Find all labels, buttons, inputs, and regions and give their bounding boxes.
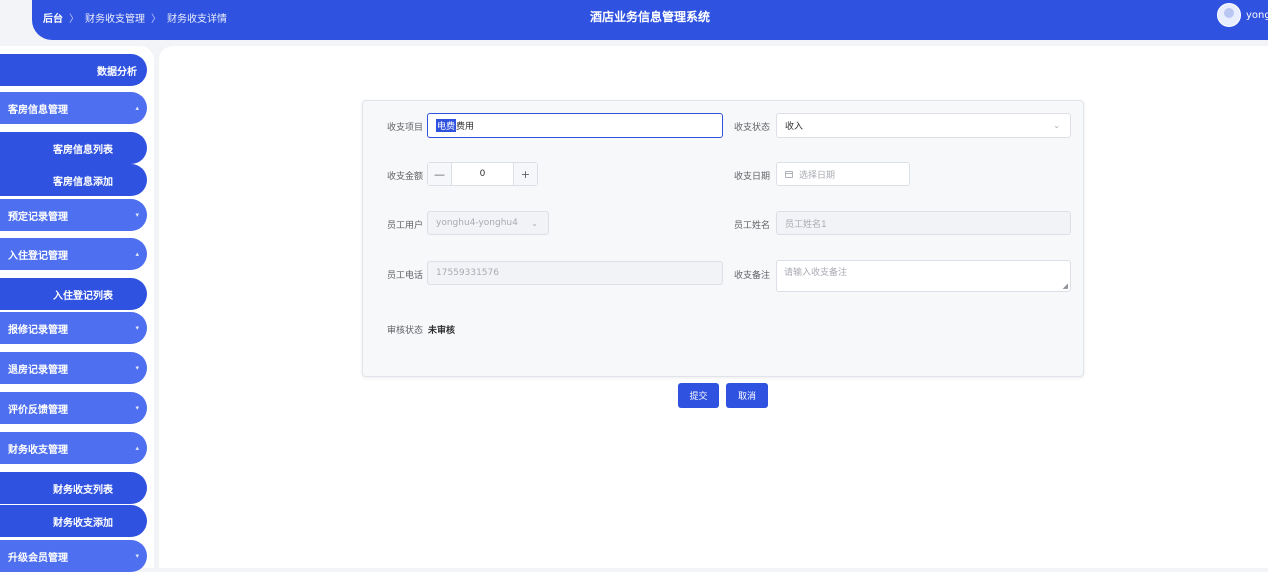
sidebar-item-room-management[interactable]: 客房信息管理 ▴: [0, 92, 147, 124]
chevron-down-icon: ▾: [135, 211, 139, 219]
sidebar-item-label: 升级会员管理: [8, 552, 68, 564]
sidebar-item-label: 财务收支管理: [8, 444, 68, 456]
sidebar-item-label: 财务收支列表: [53, 484, 113, 496]
staff-name-label: 员工姓名: [734, 221, 771, 231]
sidebar-item-room-list[interactable]: 客房信息列表: [0, 132, 147, 164]
staff-name-value: 员工姓名1: [785, 219, 827, 230]
sidebar-item-label: 退房记录管理: [8, 364, 68, 376]
remark-textarea[interactable]: 请输入收支备注 ◢: [776, 260, 1071, 292]
sidebar-item-label: 数据分析: [97, 66, 137, 78]
chevron-down-icon: ⌄: [1053, 121, 1060, 130]
sidebar-item-checkout-management[interactable]: 退房记录管理 ▾: [0, 352, 147, 384]
breadcrumb-separator: 〉: [151, 13, 161, 25]
status-label: 收支状态: [734, 123, 771, 133]
decrement-button[interactable]: —: [428, 163, 452, 185]
chevron-up-icon: ▴: [135, 444, 139, 452]
sidebar-item-label: 入住登记管理: [8, 250, 68, 262]
breadcrumb: 后台 〉 财务收支管理 〉 财务收支详情: [43, 0, 227, 34]
chevron-up-icon: ▴: [135, 250, 139, 258]
staff-user-label: 员工用户: [387, 221, 424, 231]
increment-button[interactable]: +: [513, 163, 537, 185]
chevron-down-icon: ▾: [135, 364, 139, 372]
sidebar-item-membership-management[interactable]: 升级会员管理 ▾: [0, 540, 147, 572]
breadcrumb-home[interactable]: 后台: [43, 10, 63, 25]
chevron-down-icon: ▾: [135, 552, 139, 560]
staff-name-field: 员工姓名1: [776, 211, 1071, 235]
sidebar-item-label: 预定记录管理: [8, 211, 68, 223]
item-label: 收支项目: [387, 123, 424, 133]
avatar[interactable]: [1217, 3, 1241, 27]
sidebar-item-finance-list[interactable]: 财务收支列表: [0, 472, 147, 504]
sidebar-item-label: 客房信息添加: [53, 176, 113, 188]
audit-status-value: 未审核: [428, 326, 456, 336]
sidebar-item-feedback-management[interactable]: 评价反馈管理 ▾: [0, 392, 147, 424]
chevron-down-icon: ⌄: [531, 218, 538, 228]
sidebar-item-checkin-list[interactable]: 入住登记列表: [0, 278, 147, 310]
staff-phone-label: 员工电话: [387, 271, 424, 281]
calendar-icon: [785, 170, 793, 178]
sidebar-item-label: 客房信息列表: [53, 144, 113, 156]
resize-handle-icon[interactable]: ◢: [1063, 282, 1068, 290]
sidebar-item-reservation-management[interactable]: 预定记录管理 ▾: [0, 199, 147, 231]
sidebar-item-label: 财务收支添加: [53, 517, 113, 529]
sidebar-item-label: 评价反馈管理: [8, 404, 68, 416]
amount-stepper: — 0 +: [427, 162, 538, 186]
item-input-text: 费用: [456, 122, 475, 132]
date-placeholder: 选择日期: [799, 170, 836, 181]
sidebar: 数据分析 客房信息管理 ▴ 客房信息列表 客房信息添加 预定记录管理 ▾ 入住登记管…: [0, 46, 154, 572]
sidebar-item-label: 客房信息管理: [8, 104, 68, 116]
submit-button[interactable]: 提交: [678, 383, 719, 408]
date-label: 收支日期: [734, 172, 771, 182]
sidebar-item-data-analysis[interactable]: 数据分析: [0, 54, 147, 86]
sidebar-item-finance-add[interactable]: 财务收支添加: [0, 505, 147, 537]
sidebar-item-label: 报修记录管理: [8, 324, 68, 336]
audit-label: 审核状态: [387, 326, 424, 336]
chevron-up-icon: ▴: [135, 104, 139, 112]
staff-phone-field: 17559331576: [427, 261, 723, 285]
sidebar-item-label: 入住登记列表: [53, 290, 113, 302]
sidebar-item-checkin-management[interactable]: 入住登记管理 ▴: [0, 238, 147, 270]
cancel-button[interactable]: 取消: [726, 383, 768, 408]
status-select-value: 收入: [785, 122, 804, 132]
breadcrumb-finance[interactable]: 财务收支管理: [85, 10, 145, 25]
item-input-selected-text: 电费: [436, 119, 457, 132]
username[interactable]: yonghu: [1246, 10, 1268, 21]
top-bar: 后台 〉 财务收支管理 〉 财务收支详情 酒店业务信息管理系统 yonghu: [32, 0, 1268, 40]
chevron-down-icon: ▾: [135, 404, 139, 412]
remark-placeholder: 请输入收支备注: [784, 268, 848, 278]
finance-detail-form: [362, 100, 1084, 377]
breadcrumb-separator: 〉: [69, 13, 79, 25]
amount-input[interactable]: 0: [452, 163, 513, 185]
amount-label: 收支金额: [387, 172, 424, 182]
staff-user-value: yonghu4-yonghu4: [436, 218, 518, 228]
chevron-down-icon: ▾: [135, 324, 139, 332]
item-input[interactable]: 电费 费用: [427, 113, 723, 138]
status-select[interactable]: 收入 ⌄: [776, 113, 1071, 138]
user-menu[interactable]: yonghu: [1217, 3, 1268, 27]
date-picker[interactable]: 选择日期: [776, 162, 910, 186]
staff-phone-value: 17559331576: [436, 268, 499, 278]
staff-user-select: yonghu4-yonghu4 ⌄: [427, 211, 549, 235]
sidebar-item-finance-management[interactable]: 财务收支管理 ▴: [0, 432, 147, 464]
sidebar-item-room-add[interactable]: 客房信息添加: [0, 164, 147, 196]
remark-label: 收支备注: [734, 271, 771, 281]
breadcrumb-current: 财务收支详情: [167, 13, 227, 25]
sidebar-item-repair-management[interactable]: 报修记录管理 ▾: [0, 312, 147, 344]
